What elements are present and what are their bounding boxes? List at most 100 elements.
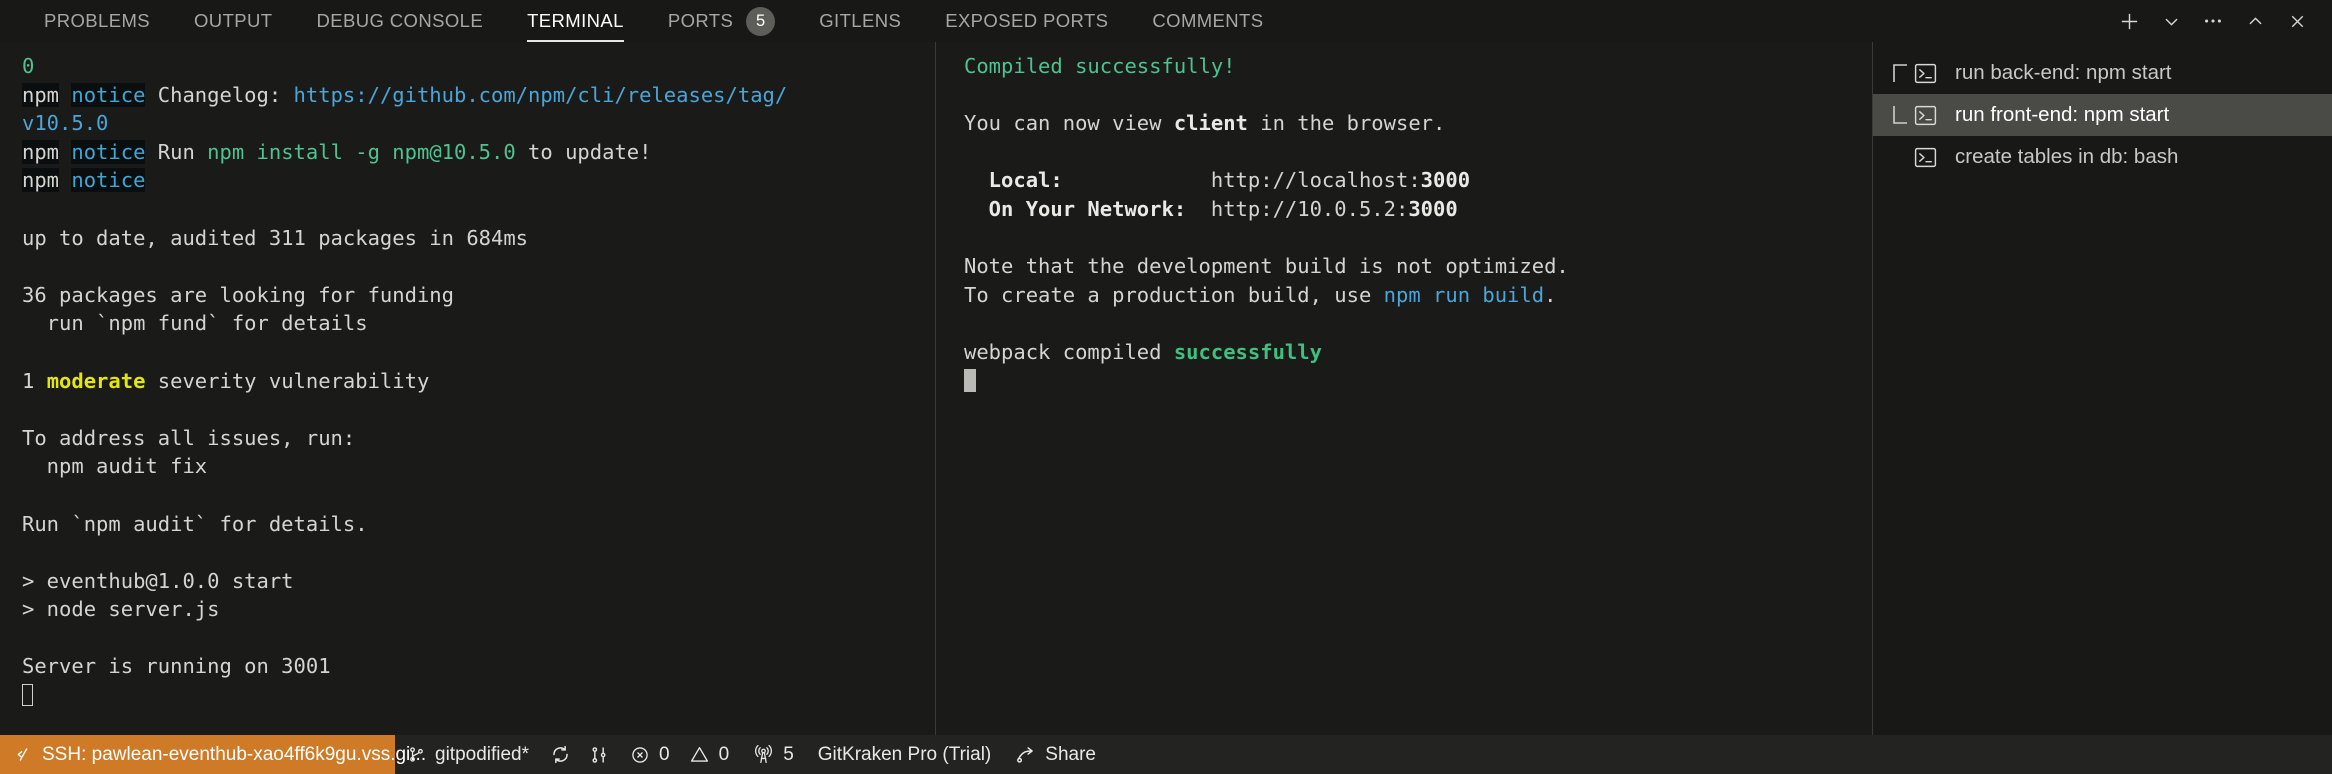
status-remote-host[interactable]: SSH: pawlean-eventhub-xao4ff6k9gu.vss.gi…	[0, 735, 426, 774]
terminal-line: 1 moderate severity vulnerability	[22, 367, 935, 396]
terminal-text: To create a production build, use	[964, 282, 1384, 307]
status-ports[interactable]: 5	[741, 735, 806, 774]
terminal-icon	[1913, 61, 1947, 86]
terminal-text: .	[1544, 282, 1557, 307]
status-remote-label: SSH: pawlean-eventhub-xao4ff6k9gu.vss.gi…	[42, 743, 427, 765]
terminal-pane-front-end[interactable]: Compiled successfully! You can now view …	[935, 42, 1872, 735]
terminal-line: > eventhub@1.0.0 start	[22, 567, 935, 596]
terminal-line	[22, 624, 935, 653]
panel-more-actions-icon[interactable]	[2192, 2, 2234, 40]
terminal-text: up to date, audited 311 packages in 684m…	[22, 225, 529, 250]
tab-problems[interactable]: PROBLEMS	[22, 0, 172, 42]
terminal-list-item[interactable]: run front-end: npm start	[1873, 94, 2332, 136]
status-errors-count: 0	[659, 743, 670, 765]
terminal-text: npm run build	[1383, 282, 1545, 307]
terminal-line: > node server.js	[22, 595, 935, 624]
terminal-icon	[1913, 145, 1947, 170]
terminal-line	[964, 367, 1872, 396]
status-gitkraken-label: GitKraken Pro (Trial)	[817, 743, 992, 765]
terminal-line: npm notice Changelog: https://github.com…	[22, 81, 935, 110]
status-pull-request[interactable]	[580, 735, 618, 774]
terminal-text: notice	[71, 139, 146, 164]
terminal-pane-back-end[interactable]: 0 npm notice Changelog: https://github.co…	[0, 42, 935, 735]
terminal-line: You can now view client in the browser.	[964, 109, 1872, 138]
tab-terminal[interactable]: TERMINAL	[505, 0, 646, 42]
tab-gitlens[interactable]: GITLENS	[797, 0, 923, 42]
tab-ports[interactable]: PORTS 5	[646, 0, 797, 42]
terminal-text: You can now view	[964, 111, 1174, 136]
terminal-line	[964, 309, 1872, 338]
terminal-line: 36 packages are looking for funding	[22, 281, 935, 310]
status-spacer	[1108, 735, 2332, 774]
tab-exposed-ports[interactable]: EXPOSED PORTS	[923, 0, 1130, 42]
tab-label: TERMINAL	[527, 10, 624, 31]
terminal-line	[22, 195, 935, 224]
terminal-list-item[interactable]: run back-end: npm start	[1873, 52, 2332, 94]
close-panel-icon[interactable]	[2276, 2, 2318, 40]
terminal-text: 36 packages are looking for funding	[22, 282, 454, 307]
tab-label: PORTS	[667, 10, 734, 31]
split-branch-top-icon	[1887, 52, 1913, 94]
terminal-text: Compiled successfully!	[964, 54, 1236, 78]
terminal-text: 0	[22, 54, 35, 78]
terminal-text: Run `npm audit` for details.	[22, 511, 368, 536]
status-sync[interactable]	[541, 735, 580, 774]
terminal-list-item[interactable]: create tables in db: bash	[1873, 136, 2332, 178]
terminal-list-item-label: run front-end: npm start	[1955, 103, 2170, 126]
terminal-text: http://10.0.5.2:	[1186, 196, 1409, 221]
terminal-line: Server is running on 3001	[22, 652, 935, 681]
tab-label: GITLENS	[819, 10, 902, 31]
status-gitkraken[interactable]: GitKraken Pro (Trial)	[806, 735, 1004, 774]
status-branch[interactable]: gitpodified*	[395, 735, 541, 774]
terminal-line	[22, 395, 935, 424]
warning-triangle-icon	[689, 744, 710, 765]
tab-label: COMMENTS	[1152, 10, 1264, 31]
terminal-line: To address all issues, run:	[22, 424, 935, 453]
tab-label: EXPOSED PORTS	[945, 10, 1109, 31]
split-branch-bottom-icon	[1887, 94, 1913, 136]
new-terminal-icon[interactable]	[2108, 2, 2150, 40]
terminal-line	[22, 481, 935, 510]
terminal-line: webpack compiled successfully	[964, 338, 1872, 367]
tab-label: PROBLEMS	[44, 10, 151, 31]
remote-indicator-icon	[14, 745, 33, 764]
tab-comments[interactable]: COMMENTS	[1130, 0, 1285, 42]
terminal-text: moderate	[46, 368, 146, 393]
maximize-panel-chevron-up-icon[interactable]	[2234, 2, 2276, 40]
terminal-text: v10.5.0	[22, 111, 109, 136]
terminal-line	[22, 338, 935, 367]
terminal-icon	[1913, 103, 1947, 128]
terminal-text: npm install -g npm@10.5.0	[207, 139, 516, 164]
panel-tab-bar: PROBLEMS OUTPUT DEBUG CONSOLE TERMINAL PORTS…	[0, 0, 2332, 42]
terminal-text: On Your Network:	[964, 196, 1187, 221]
terminal-line: Local: http://localhost:3000	[964, 166, 1872, 195]
tab-output[interactable]: OUTPUT	[172, 0, 294, 42]
terminal-line: npm audit fix	[22, 452, 935, 481]
terminal-tabs-list: run back-end: npm start run front-end: np…	[1872, 42, 2332, 735]
terminal-text: Server is running on 3001	[22, 654, 331, 679]
terminal-line: To create a production build, use npm ru…	[964, 281, 1872, 310]
tab-debug-console[interactable]: DEBUG CONSOLE	[294, 0, 505, 42]
terminal-line: v10.5.0	[22, 109, 935, 138]
terminal-profile-chevron-down-icon[interactable]	[2150, 2, 2192, 40]
terminal-text: 3000	[1420, 168, 1471, 193]
terminal-line: npm notice Run npm install -g npm@10.5.0…	[22, 138, 935, 167]
vscode-panel-window: PROBLEMS OUTPUT DEBUG CONSOLE TERMINAL PORTS…	[0, 0, 2332, 774]
terminal-cursor	[964, 368, 976, 392]
terminal-text: > eventhub@1.0.0 start	[22, 568, 294, 593]
terminal-cursor	[22, 684, 33, 707]
status-errors[interactable]: 0 0	[618, 735, 741, 774]
terminal-line: up to date, audited 311 packages in 684m…	[22, 224, 935, 253]
share-icon	[1015, 744, 1036, 765]
terminal-text: 3000	[1408, 196, 1458, 221]
terminal-line: run `npm fund` for details	[22, 309, 935, 338]
terminal-text: Run	[145, 139, 208, 164]
status-share[interactable]: Share	[1003, 735, 1108, 774]
